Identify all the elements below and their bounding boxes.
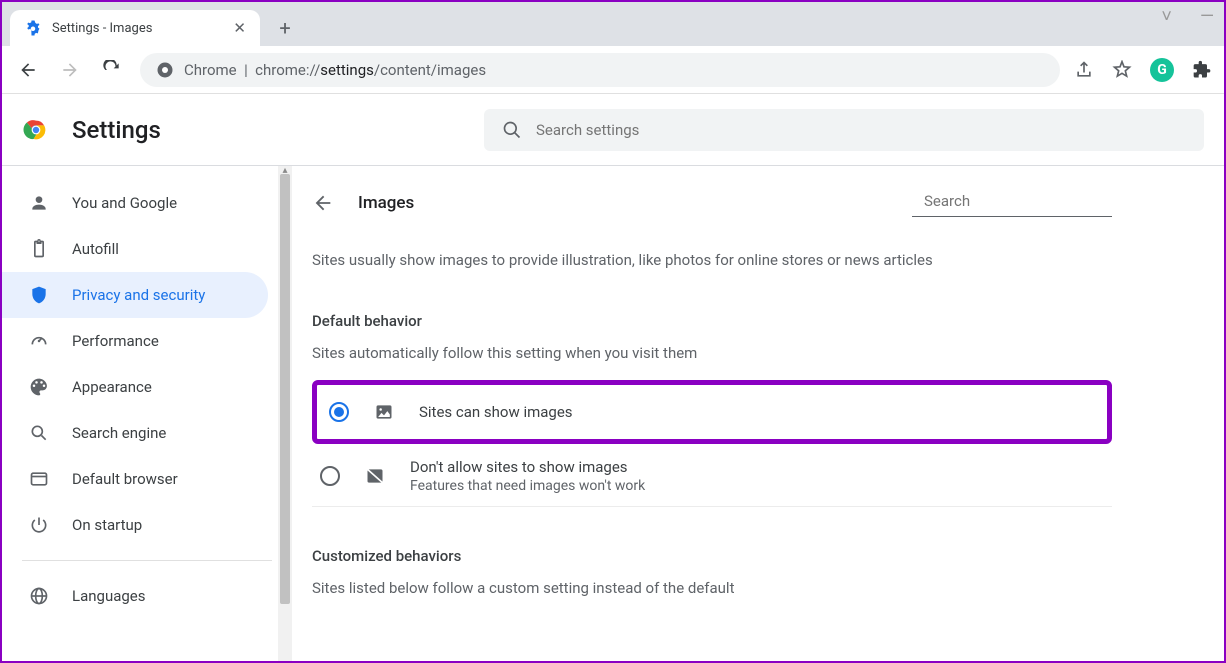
default-behavior-subtext: Sites automatically follow this setting … — [312, 344, 1112, 362]
speedometer-icon — [28, 330, 50, 352]
grammarly-extension-icon[interactable]: G — [1150, 58, 1174, 82]
clipboard-icon — [28, 238, 50, 260]
search-settings-box[interactable] — [484, 109, 1204, 151]
search-icon — [502, 120, 522, 140]
sidebar-item-label: Default browser — [72, 470, 178, 488]
sidebar-scrollbar-track[interactable]: ▴ — [278, 166, 292, 661]
chrome-icon — [156, 61, 174, 79]
new-tab-button[interactable]: + — [270, 13, 300, 43]
image-blocked-icon — [364, 465, 386, 487]
sidebar-item-default-browser[interactable]: Default browser — [2, 456, 268, 502]
address-bar[interactable]: Chrome | chrome://settings/content/image… — [140, 53, 1060, 87]
sidebar-item-label: On startup — [72, 516, 142, 534]
palette-icon — [28, 376, 50, 398]
minimize-icon[interactable]: ― — [1200, 6, 1214, 27]
page-title: Settings — [72, 116, 161, 144]
sidebar-item-languages[interactable]: Languages — [2, 573, 268, 619]
highlight-annotation: Sites can show images — [312, 380, 1112, 444]
forward-button[interactable] — [56, 56, 84, 84]
radio-checked-icon — [329, 402, 349, 422]
radio-text-block: Don't allow sites to show images Feature… — [410, 458, 645, 494]
radio-label: Sites can show images — [419, 403, 573, 421]
close-tab-icon[interactable]: ✕ — [233, 19, 246, 37]
sidebar-item-performance[interactable]: Performance — [2, 318, 268, 364]
sidebar-divider — [22, 560, 272, 561]
page-description: Sites usually show images to provide ill… — [312, 249, 1112, 272]
window-controls: ˅ ― — [1161, 6, 1214, 27]
sidebar: You and Google Autofill Privacy and secu… — [2, 166, 292, 661]
bookmark-star-icon[interactable] — [1112, 60, 1132, 80]
content-search-box[interactable] — [912, 188, 1112, 217]
sidebar-item-label: Languages — [72, 587, 146, 605]
tab-strip: Settings - Images ✕ + — [2, 2, 1224, 46]
content-title: Images — [358, 193, 414, 213]
sidebar-item-label: Performance — [72, 332, 159, 350]
toolbar-actions: G — [1074, 58, 1212, 82]
radio-label: Don't allow sites to show images — [410, 458, 645, 476]
globe-icon — [28, 585, 50, 607]
extensions-icon[interactable] — [1192, 60, 1212, 80]
browser-tab[interactable]: Settings - Images ✕ — [10, 10, 260, 46]
tab-title: Settings - Images — [52, 21, 223, 36]
toolbar: Chrome | chrome://settings/content/image… — [2, 46, 1224, 94]
browser-window-icon — [28, 468, 50, 490]
sidebar-item-you-and-google[interactable]: You and Google — [2, 180, 268, 226]
sidebar-item-label: Appearance — [72, 378, 152, 396]
sidebar-item-autofill[interactable]: Autofill — [2, 226, 268, 272]
customized-behaviors-subtext: Sites listed below follow a custom setti… — [312, 579, 1112, 597]
omnibox-text: Chrome | chrome://settings/content/image… — [184, 61, 486, 79]
sidebar-item-appearance[interactable]: Appearance — [2, 364, 268, 410]
settings-header: Settings — [2, 94, 1224, 166]
person-icon — [28, 192, 50, 214]
sidebar-item-privacy-security[interactable]: Privacy and security — [2, 272, 268, 318]
sidebar-item-search-engine[interactable]: Search engine — [2, 410, 268, 456]
shield-icon — [28, 284, 50, 306]
content-area: Images Sites usually show images to prov… — [292, 166, 1224, 661]
chrome-logo-icon — [22, 116, 50, 144]
search-icon — [28, 422, 50, 444]
settings-gear-icon — [24, 19, 42, 37]
sidebar-item-label: You and Google — [72, 194, 177, 212]
customized-behaviors-heading: Customized behaviors — [312, 547, 1112, 565]
radio-sublabel: Features that need images won't work — [410, 478, 645, 494]
search-settings-input[interactable] — [536, 121, 1186, 139]
caret-down-icon[interactable]: ˅ — [1161, 6, 1172, 27]
radio-option-allow-images[interactable]: Sites can show images — [321, 389, 1103, 435]
sidebar-item-on-startup[interactable]: On startup — [2, 502, 268, 548]
share-icon[interactable] — [1074, 60, 1094, 80]
content-back-button[interactable] — [312, 192, 334, 214]
content-search-input[interactable] — [924, 192, 1123, 210]
radio-unchecked-icon — [320, 466, 340, 486]
power-icon — [28, 514, 50, 536]
radio-option-block-images[interactable]: Don't allow sites to show images Feature… — [312, 446, 1112, 507]
sidebar-scrollbar-thumb[interactable] — [280, 174, 290, 604]
image-icon — [373, 401, 395, 423]
sidebar-item-label: Privacy and security — [72, 286, 205, 304]
reload-button[interactable] — [98, 56, 126, 84]
back-button[interactable] — [14, 56, 42, 84]
default-behavior-heading: Default behavior — [312, 312, 1112, 330]
content-header: Images — [312, 188, 1112, 217]
sidebar-item-label: Search engine — [72, 424, 166, 442]
sidebar-item-label: Autofill — [72, 240, 119, 258]
